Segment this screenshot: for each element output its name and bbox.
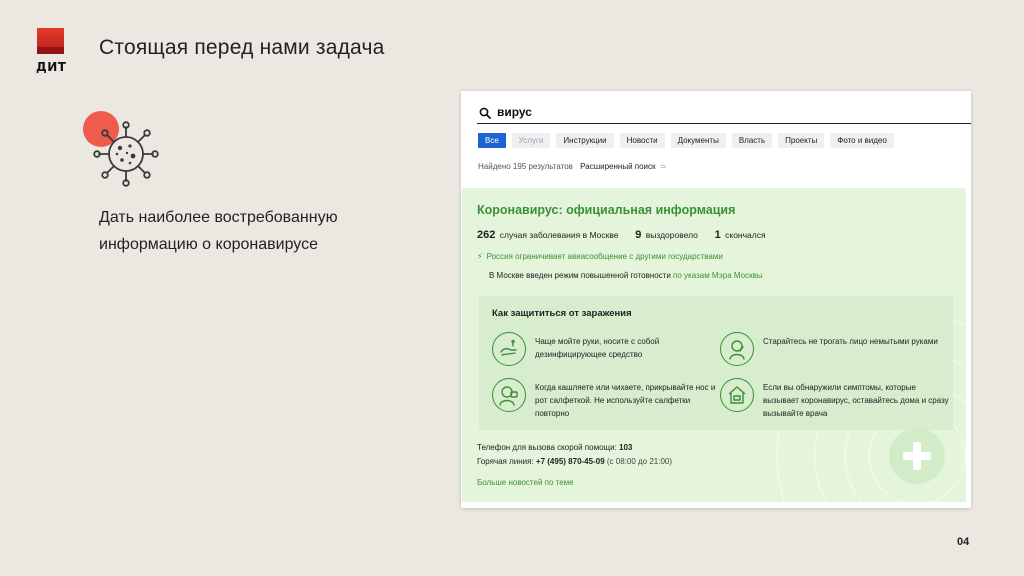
tip-text: Старайтесь не трогать лицо немытыми рука…	[763, 337, 938, 346]
search-icon	[479, 107, 491, 119]
advanced-search-icon[interactable]: ≃	[660, 162, 667, 171]
stay-home-icon	[720, 378, 754, 412]
filter-services[interactable]: Услуги	[511, 133, 551, 148]
hotline-label: Горячая линия:	[477, 457, 534, 466]
tip-text: Если вы обнаружили симптомы, которые выз…	[763, 383, 949, 418]
search-input[interactable]: вирус	[497, 105, 532, 119]
sneeze-tissue-icon	[492, 378, 526, 412]
regime-text: В Москве введен режим повышенной готовно…	[489, 271, 671, 280]
protection-tips-panel: Как защититься от заражения Чаще мойте р…	[479, 296, 953, 430]
page-number: 04	[957, 536, 970, 548]
tip-item: Старайтесь не трогать лицо немытыми рука…	[720, 332, 945, 366]
ambulance-label: Телефон для вызова скорой помощи:	[477, 443, 617, 452]
filter-instructions[interactable]: Инструкции	[556, 133, 614, 148]
flight-alert-link[interactable]: ⚡ Россия ограничивает авиасообщение с дру…	[477, 252, 723, 261]
search-bar[interactable]: вирус	[477, 103, 971, 124]
tip-item: Когда кашляете или чихаете, прикрывайте …	[492, 378, 717, 420]
more-news-link[interactable]: Больше новостей по теме	[477, 478, 574, 487]
hotline-hours: (с 08:00 до 21:00)	[606, 457, 673, 466]
alert-text: Россия ограничивает авиасообщение с друг…	[486, 252, 723, 261]
covid-title: Коронавирус: официальная информация	[477, 203, 736, 217]
results-count: Найдено 195 результатов	[478, 162, 573, 171]
covid-info-panel: Коронавирус: официальная информация 262 …	[462, 188, 966, 502]
stat-deaths-label: скончался	[725, 230, 766, 240]
stat-deaths-value: 1	[714, 229, 721, 241]
ambulance-line: Телефон для вызова скорой помощи: 103	[477, 441, 672, 455]
filter-photo-video[interactable]: Фото и видео	[830, 133, 894, 148]
advanced-search-link[interactable]: Расширенный поиск	[580, 162, 655, 171]
filter-news[interactable]: Новости	[619, 133, 665, 148]
dit-logo: ДИТ	[36, 28, 66, 74]
logo-text: ДИТ	[36, 60, 67, 74]
hotline-line: Горячая линия: +7 (495) 870-45-09 (с 08:…	[477, 455, 672, 469]
regime-notice: В Москве введен режим повышенной готовно…	[489, 271, 763, 280]
filter-documents[interactable]: Документы	[670, 133, 726, 148]
stat-recovered-label: выздоровело	[645, 230, 698, 240]
face-touch-icon	[720, 332, 754, 366]
stat-cases-label: случая заболевания в Москве	[499, 230, 619, 240]
tips-title: Как защититься от заражения	[492, 308, 632, 319]
stat-recovered-value: 9	[635, 229, 642, 241]
hotline-number[interactable]: +7 (495) 870-45-09	[536, 457, 605, 466]
covid-stats: 262 случая заболевания в Москве 9 выздор…	[477, 229, 766, 241]
slide-tagline: Дать наиболее востребованную информацию …	[99, 209, 338, 253]
tip-item: Если вы обнаружили симптомы, которые выз…	[720, 378, 950, 420]
search-results-screenshot: вирус Все Услуги Инструкции Новости Доку…	[461, 91, 971, 508]
virus-icon	[93, 121, 159, 187]
tip-text: Чаще мойте руки, носите с собой дезинфиц…	[535, 337, 660, 359]
mayor-decree-link[interactable]: по указам Мэра Москвы	[673, 271, 763, 280]
filter-government[interactable]: Власть	[731, 133, 773, 148]
logo-mark-icon	[37, 28, 64, 54]
tip-text: Когда кашляете или чихаете, прикрывайте …	[535, 383, 716, 418]
filter-all[interactable]: Все	[478, 133, 506, 148]
lightning-icon: ⚡	[477, 252, 483, 261]
results-summary: Найдено 195 результатов Расширенный поис…	[478, 162, 666, 171]
hand-washing-icon	[492, 332, 526, 366]
contact-info: Телефон для вызова скорой помощи: 103 Го…	[477, 441, 672, 469]
ambulance-number[interactable]: 103	[619, 443, 632, 452]
slide-title: Стоящая перед нами задача	[99, 36, 385, 59]
filter-tabs: Все Услуги Инструкции Новости Документы …	[478, 133, 894, 148]
tip-item: Чаще мойте руки, носите с собой дезинфиц…	[492, 332, 707, 366]
filter-projects[interactable]: Проекты	[778, 133, 825, 148]
stat-cases-value: 262	[477, 229, 496, 241]
